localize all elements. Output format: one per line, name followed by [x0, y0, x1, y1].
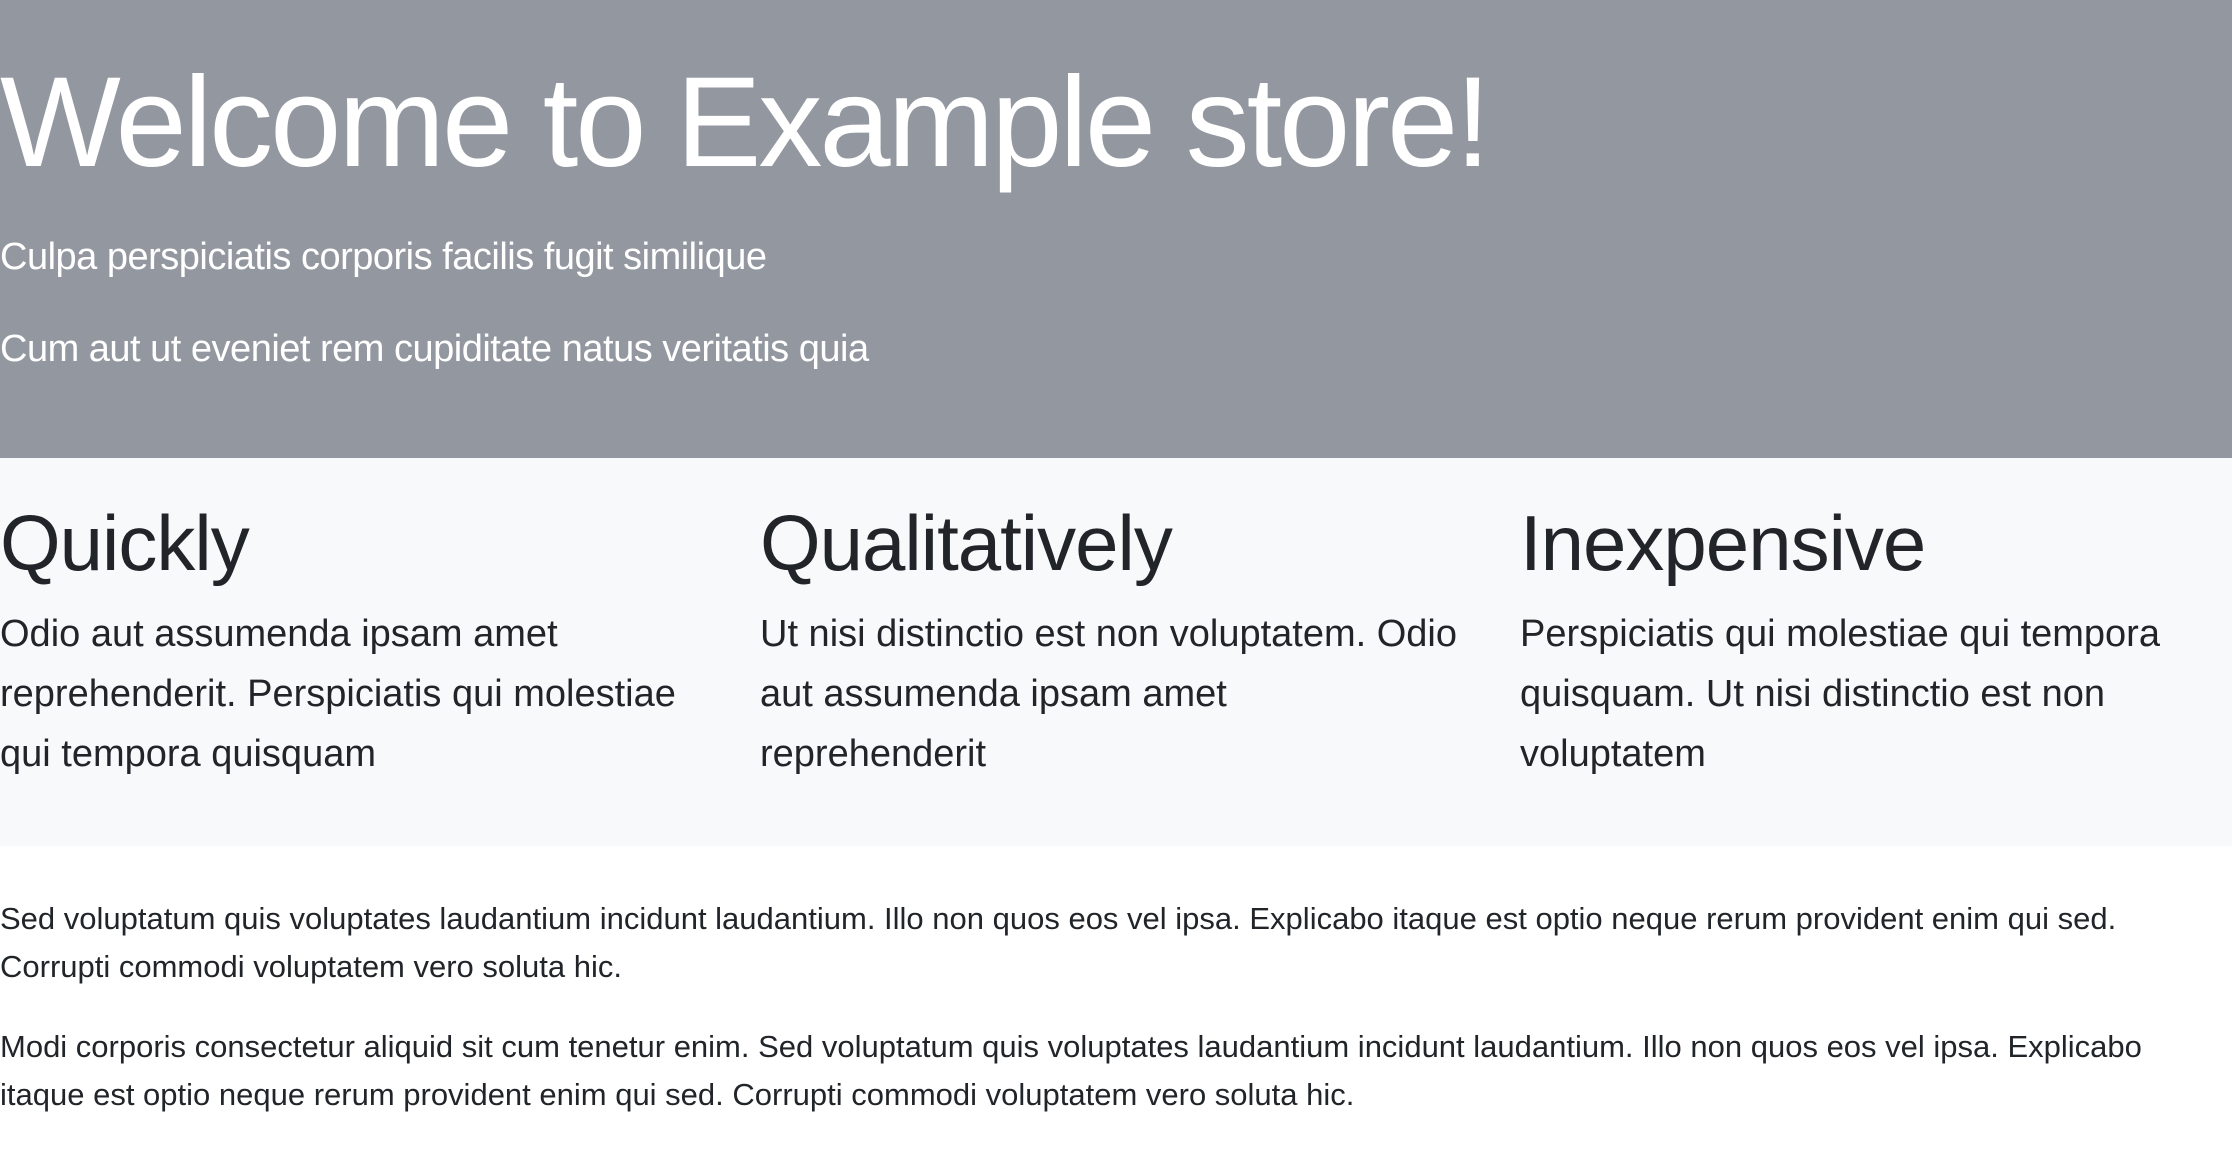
- feature-title: Quickly: [0, 499, 250, 587]
- feature-title: Inexpensive: [1520, 499, 1926, 587]
- hero-title: Welcome to Example store!: [0, 51, 1491, 194]
- feature-text: Odio aut assumenda ipsam amet reprehende…: [0, 613, 676, 775]
- hero-subtitle-line-2: Cum aut ut eveniet rem cupiditate natus …: [0, 328, 869, 370]
- feature-text: Ut nisi distinctio est non voluptatem. O…: [760, 613, 1458, 775]
- body-paragraph-1: Sed voluptatum quis voluptates laudantiu…: [0, 901, 2117, 984]
- features-section: Quickly Odio aut assumenda ipsam amet re…: [0, 458, 2232, 846]
- feature-text: Perspiciatis qui molestiae qui tempora q…: [1520, 613, 2160, 775]
- body-paragraph-2: Modi corporis consectetur aliquid sit cu…: [0, 1029, 2142, 1112]
- hero-subtitle-line-1: Culpa perspiciatis corporis facilis fugi…: [0, 236, 767, 278]
- hero-banner: Welcome to Example store! Culpa perspici…: [0, 0, 2232, 458]
- feature-title: Qualitatively: [760, 499, 1173, 587]
